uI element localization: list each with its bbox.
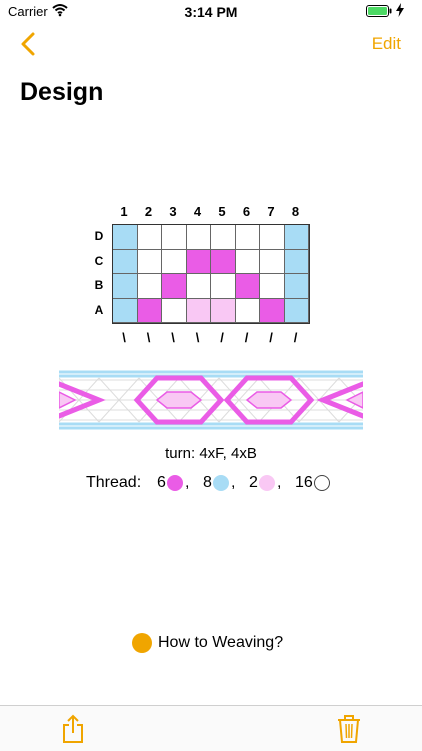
column-number: 4 bbox=[193, 204, 202, 219]
grid-cell[interactable] bbox=[162, 298, 187, 323]
grid-cell[interactable] bbox=[211, 249, 236, 274]
grid-cell[interactable] bbox=[137, 249, 162, 274]
row-label: A bbox=[94, 302, 104, 317]
threading-grid: 1 2 3 4 5 6 7 8 D C B A \ \ \ \ / / / / bbox=[88, 204, 328, 354]
status-bar: Carrier 3:14 PM bbox=[0, 0, 422, 22]
edit-button[interactable]: Edit bbox=[372, 34, 401, 54]
grid-cell[interactable] bbox=[186, 274, 211, 299]
navigation-bar: Edit bbox=[0, 22, 422, 66]
grid-cell[interactable] bbox=[186, 225, 211, 250]
grid-cell[interactable] bbox=[113, 225, 138, 250]
trash-button[interactable] bbox=[336, 714, 362, 744]
charging-bolt-icon bbox=[396, 3, 404, 17]
grid-cells bbox=[112, 224, 310, 324]
battery-icon bbox=[366, 5, 392, 17]
thread-count: 16 bbox=[295, 474, 313, 491]
thread-color-swatch bbox=[213, 475, 229, 491]
grid-cell[interactable] bbox=[260, 274, 285, 299]
woven-band-preview bbox=[59, 370, 363, 430]
thread-separator: , bbox=[231, 474, 236, 491]
column-number: 6 bbox=[242, 204, 251, 219]
thread-color-swatch bbox=[167, 475, 183, 491]
page-title: Design bbox=[20, 78, 104, 106]
share-icon bbox=[63, 714, 83, 743]
thread-separator: , bbox=[185, 474, 190, 491]
status-time: 3:14 PM bbox=[184, 4, 238, 20]
row-label: D bbox=[94, 229, 104, 243]
grid-cell[interactable] bbox=[284, 274, 309, 299]
turn-direction-mark: \ bbox=[122, 330, 126, 345]
turn-direction-mark: / bbox=[269, 330, 273, 345]
bottom-toolbar bbox=[0, 705, 422, 751]
thread-color-swatch bbox=[314, 475, 330, 491]
turn-direction-mark: \ bbox=[195, 330, 200, 345]
grid-cell[interactable] bbox=[113, 249, 138, 274]
turn-direction-mark: / bbox=[220, 330, 224, 345]
turn-instruction: turn: 4xF, 4xB bbox=[165, 445, 257, 462]
turn-direction-mark: \ bbox=[146, 330, 151, 345]
grid-cell[interactable] bbox=[284, 225, 309, 250]
grid-cell[interactable] bbox=[284, 298, 309, 323]
column-number: 5 bbox=[218, 204, 226, 219]
grid-cell[interactable] bbox=[235, 274, 260, 299]
column-number: 3 bbox=[169, 204, 177, 219]
thread-count: 2 bbox=[249, 474, 258, 491]
back-button[interactable] bbox=[14, 28, 44, 60]
grid-cell[interactable] bbox=[260, 225, 285, 250]
grid-cell[interactable] bbox=[137, 225, 162, 250]
share-button[interactable] bbox=[60, 714, 86, 744]
column-number: 7 bbox=[267, 204, 275, 219]
grid-cell[interactable] bbox=[235, 249, 260, 274]
grid-cell[interactable] bbox=[235, 225, 260, 250]
grid-cell[interactable] bbox=[113, 298, 138, 323]
grid-cell[interactable] bbox=[162, 225, 187, 250]
grid-cell[interactable] bbox=[162, 249, 187, 274]
grid-cell[interactable] bbox=[186, 249, 211, 274]
grid-cell[interactable] bbox=[211, 298, 236, 323]
thread-separator: , bbox=[277, 474, 282, 491]
column-number: 8 bbox=[291, 204, 300, 219]
grid-cell[interactable] bbox=[260, 298, 285, 323]
turn-direction-mark: / bbox=[244, 330, 249, 345]
grid-cell[interactable] bbox=[113, 274, 138, 299]
thread-count: 8 bbox=[203, 474, 212, 491]
column-number: 1 bbox=[120, 204, 128, 219]
how-to-weaving-label: How to Weaving? bbox=[158, 634, 284, 651]
thread-label: Thread: bbox=[86, 474, 142, 491]
grid-cell[interactable] bbox=[211, 274, 236, 299]
grid-cell[interactable] bbox=[137, 274, 162, 299]
grid-cell[interactable] bbox=[137, 298, 162, 323]
column-number: 2 bbox=[144, 204, 153, 219]
grid-cell[interactable] bbox=[260, 249, 285, 274]
grid-cell[interactable] bbox=[284, 249, 309, 274]
trash-icon bbox=[338, 715, 360, 743]
grid-cell[interactable] bbox=[162, 274, 187, 299]
turn-direction-mark: \ bbox=[171, 330, 175, 345]
thread-count: 6 bbox=[157, 474, 166, 491]
grid-cell[interactable] bbox=[186, 298, 211, 323]
thread-color-swatch bbox=[259, 475, 275, 491]
grid-cell[interactable] bbox=[235, 298, 260, 323]
chevron-left-icon bbox=[21, 32, 35, 56]
row-label: C bbox=[94, 253, 104, 268]
turn-direction-mark: / bbox=[293, 330, 298, 345]
row-label: B bbox=[94, 278, 104, 292]
grid-cell[interactable] bbox=[211, 225, 236, 250]
orange-dot-icon bbox=[132, 633, 152, 653]
